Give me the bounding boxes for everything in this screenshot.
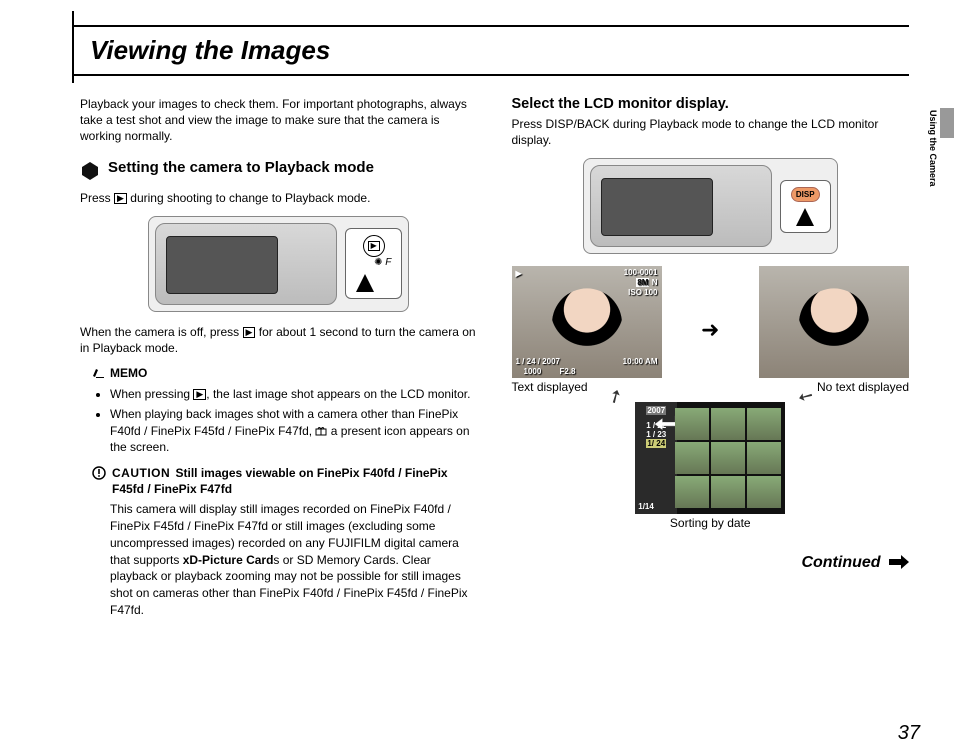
hand-note-icon xyxy=(92,367,106,382)
arrow-up-icon xyxy=(356,274,374,292)
caution-body: This camera will display still images re… xyxy=(110,501,478,619)
return-arrow-icon xyxy=(655,414,677,436)
play-icon: ▶ xyxy=(193,389,206,400)
play-icon: ▶ xyxy=(516,269,522,278)
camera-illustration-play: ▶ ✺ F xyxy=(148,216,409,312)
memo-item-2: When playing back images shot with a cam… xyxy=(110,406,478,455)
section-tab: Using the Camera xyxy=(924,108,954,238)
camera-illustration-disp: DISP xyxy=(583,158,838,254)
subhead-playback-mode: Setting the camera to Playback mode xyxy=(108,159,374,178)
arrow-right-icon: ➜ xyxy=(701,317,719,343)
page-title: Viewing the Images xyxy=(90,35,909,66)
caption-sorting: Sorting by date xyxy=(635,516,785,530)
continue-arrow-icon xyxy=(889,555,909,574)
left-column: Playback your images to check them. For … xyxy=(80,96,478,629)
press-during-shooting: Press ▶ during shooting to change to Pla… xyxy=(80,190,478,206)
preview-text-displayed: ▶ 100-0001 8M N ISO 100 1 / 24 / 2007 10… xyxy=(512,266,662,378)
hexagon-icon xyxy=(80,161,100,184)
memo-item-1: When pressing ▶, the last image shot app… xyxy=(110,386,478,402)
preview-no-text xyxy=(759,266,909,378)
camera-off-text: When the camera is off, press ▶ for abou… xyxy=(80,324,478,356)
disp-button-icon: DISP xyxy=(791,187,820,202)
memo-heading: MEMO xyxy=(92,366,478,382)
preview-sorting: 2007 1 / 22 1 / 23 1/ 24 1/14 xyxy=(635,402,785,514)
play-icon: ▶ xyxy=(114,193,127,204)
caption-text-displayed: Text displayed xyxy=(512,380,662,394)
page-number: 37 xyxy=(898,722,920,745)
intro-text: Playback your images to check them. For … xyxy=(80,96,478,145)
right-column: Select the LCD monitor display. Press DI… xyxy=(512,96,910,629)
play-icon: ▶ xyxy=(243,327,256,338)
caution-icon xyxy=(92,466,106,497)
subhead-lcd-display: Select the LCD monitor display. xyxy=(512,96,910,112)
lcd-intro: Press DISP/BACK during Playback mode to … xyxy=(512,116,910,148)
caution-heading: CAUTION Still images viewable on FinePix… xyxy=(112,465,478,497)
continued-label: Continued xyxy=(512,554,910,574)
gift-icon xyxy=(315,424,327,434)
arrow-up-icon xyxy=(796,208,814,226)
caption-no-text: No text displayed xyxy=(759,380,909,394)
